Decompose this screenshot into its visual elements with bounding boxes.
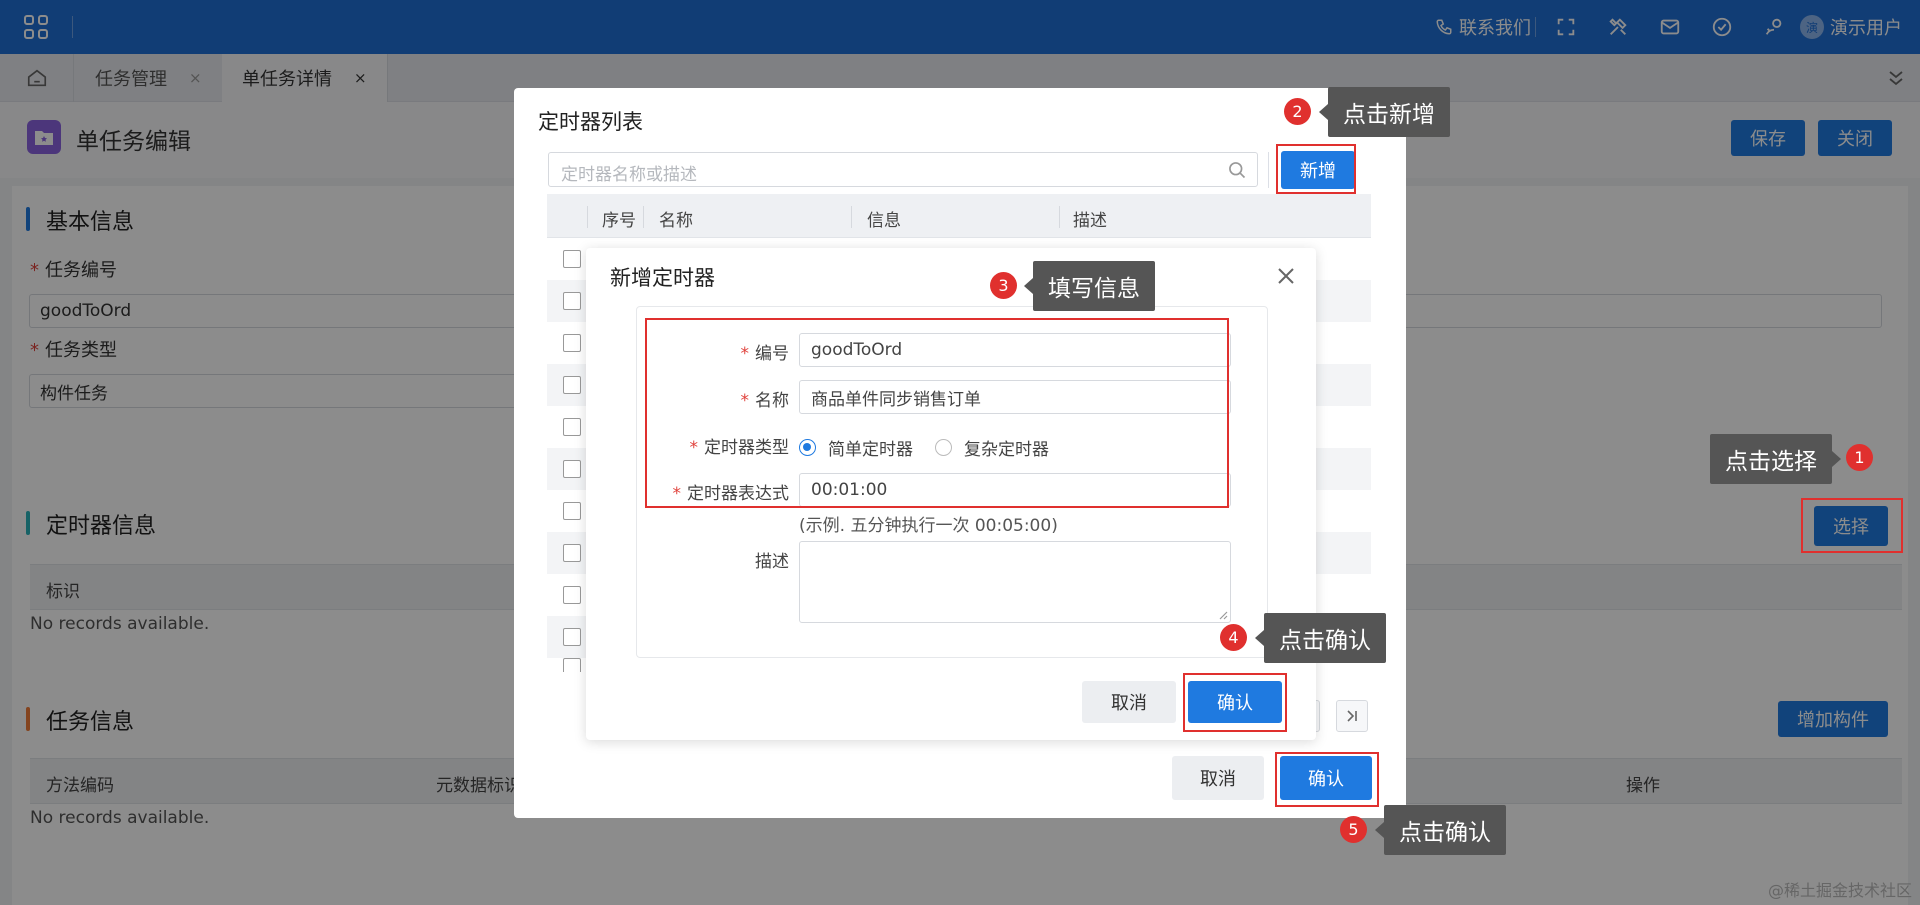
row-checkbox[interactable] xyxy=(563,418,581,436)
column-divider xyxy=(587,206,588,228)
watermark: @稀土掘金技术社区 xyxy=(1767,881,1912,900)
highlight-select xyxy=(1801,498,1903,553)
search-icon[interactable] xyxy=(1227,160,1247,180)
close-icon[interactable] xyxy=(1274,264,1298,288)
description-label: 描述 xyxy=(755,552,789,572)
badge-1: 1 xyxy=(1846,444,1873,471)
column-header-desc: 描述 xyxy=(1073,211,1107,231)
cancel-button[interactable]: 取消 xyxy=(1172,756,1264,800)
row-checkbox[interactable] xyxy=(563,544,581,562)
row-checkbox[interactable] xyxy=(563,586,581,604)
badge-2: 2 xyxy=(1284,98,1311,125)
column-header-index: 序号 xyxy=(602,211,636,231)
row-checkbox[interactable] xyxy=(563,628,581,646)
callout-4: 点击确认 xyxy=(1255,613,1386,663)
row-checkbox[interactable] xyxy=(563,250,581,268)
column-divider xyxy=(851,206,852,228)
description-textarea[interactable] xyxy=(799,541,1231,623)
cancel-button[interactable]: 取消 xyxy=(1082,681,1176,723)
row-checkbox[interactable] xyxy=(563,502,581,520)
row-checkbox[interactable] xyxy=(563,292,581,310)
column-divider xyxy=(1059,206,1060,228)
modal-title: 新增定时器 xyxy=(610,266,715,290)
column-header-info: 信息 xyxy=(867,211,901,231)
resize-handle-icon[interactable] xyxy=(1218,610,1228,620)
badge-4: 4 xyxy=(1220,624,1247,651)
row-checkbox[interactable] xyxy=(563,376,581,394)
badge-3: 3 xyxy=(990,272,1017,299)
callout-1: 点击选择 xyxy=(1710,434,1841,484)
highlight-outer-confirm xyxy=(1275,752,1379,807)
modal-title: 定时器列表 xyxy=(538,110,643,134)
highlight-add xyxy=(1276,144,1356,194)
row-checkbox[interactable] xyxy=(563,334,581,352)
highlight-form xyxy=(645,318,1229,508)
last-page-icon[interactable] xyxy=(1336,700,1368,732)
timer-expression-hint: (示例. 五分钟执行一次 00:05:00) xyxy=(799,516,1058,536)
row-checkbox[interactable] xyxy=(563,658,581,672)
callout-5: 点击确认 xyxy=(1375,805,1506,855)
row-checkbox[interactable] xyxy=(563,460,581,478)
divider xyxy=(1268,152,1269,188)
column-header-name: 名称 xyxy=(659,211,693,231)
callout-3: 填写信息 xyxy=(1024,261,1155,311)
timer-search-input[interactable]: 定时器名称或描述 xyxy=(548,152,1258,187)
highlight-inner-confirm xyxy=(1183,673,1287,732)
search-placeholder: 定时器名称或描述 xyxy=(561,165,697,185)
column-divider xyxy=(643,206,644,228)
timer-list-header: 序号 名称 信息 描述 xyxy=(547,194,1371,238)
badge-5: 5 xyxy=(1340,816,1367,843)
callout-2: 点击新增 xyxy=(1319,87,1450,137)
